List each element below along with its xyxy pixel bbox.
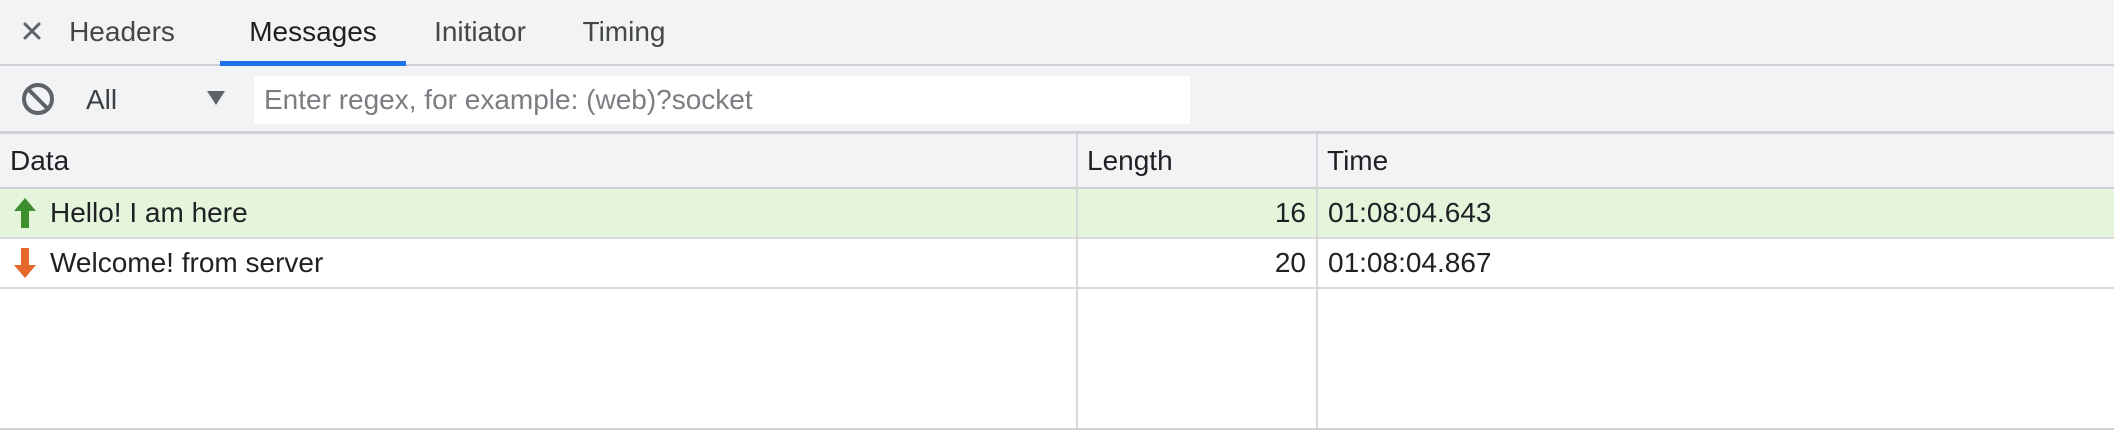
chevron-down-icon bbox=[207, 91, 225, 105]
tab-label: Headers bbox=[69, 16, 175, 47]
message-data-text: Hello! I am here bbox=[50, 197, 248, 228]
block-icon[interactable] bbox=[20, 81, 56, 117]
arrow-down-icon bbox=[14, 248, 36, 278]
tab-bar: Headers Messages Initiator Timing bbox=[0, 0, 2114, 66]
message-length-cell: 16 bbox=[1274, 197, 1306, 228]
tab-headers[interactable]: Headers bbox=[62, 0, 182, 64]
tab-timing[interactable]: Timing bbox=[572, 0, 676, 64]
message-time-cell: 01:08:04.867 bbox=[1328, 247, 1492, 278]
column-divider[interactable] bbox=[1076, 134, 1078, 428]
table-header: Data Length Time bbox=[0, 134, 2114, 189]
filter-bar: All bbox=[0, 66, 2114, 134]
message-type-select[interactable]: All bbox=[86, 78, 236, 122]
regex-filter-input[interactable] bbox=[254, 76, 1190, 124]
message-data-cell: Welcome! from server bbox=[12, 239, 1072, 287]
table-row[interactable]: Hello! I am here 16 01:08:04.643 bbox=[0, 189, 2114, 239]
tab-messages[interactable]: Messages bbox=[220, 0, 406, 66]
close-icon[interactable] bbox=[18, 14, 46, 48]
websocket-messages-panel: Headers Messages Initiator Timing All Da… bbox=[0, 0, 2114, 430]
tab-label: Timing bbox=[582, 16, 666, 47]
arrow-up-icon bbox=[14, 198, 36, 228]
messages-table: Data Length Time Hello! I am here 16 01:… bbox=[0, 134, 2114, 430]
column-header-data[interactable]: Data bbox=[0, 134, 1077, 187]
column-header-length[interactable]: Length bbox=[1077, 134, 1317, 187]
message-data-cell: Hello! I am here bbox=[12, 189, 1072, 237]
tab-label: Initiator bbox=[434, 16, 526, 47]
message-data-text: Welcome! from server bbox=[50, 247, 324, 278]
table-row[interactable]: Welcome! from server 20 01:08:04.867 bbox=[0, 239, 2114, 289]
column-divider[interactable] bbox=[1316, 134, 1318, 428]
tab-initiator[interactable]: Initiator bbox=[420, 0, 540, 64]
column-header-time[interactable]: Time bbox=[1317, 134, 2114, 187]
message-type-value: All bbox=[86, 84, 118, 115]
message-length-cell: 20 bbox=[1274, 247, 1306, 278]
message-time-cell: 01:08:04.643 bbox=[1328, 197, 1492, 228]
tab-label: Messages bbox=[249, 16, 377, 47]
